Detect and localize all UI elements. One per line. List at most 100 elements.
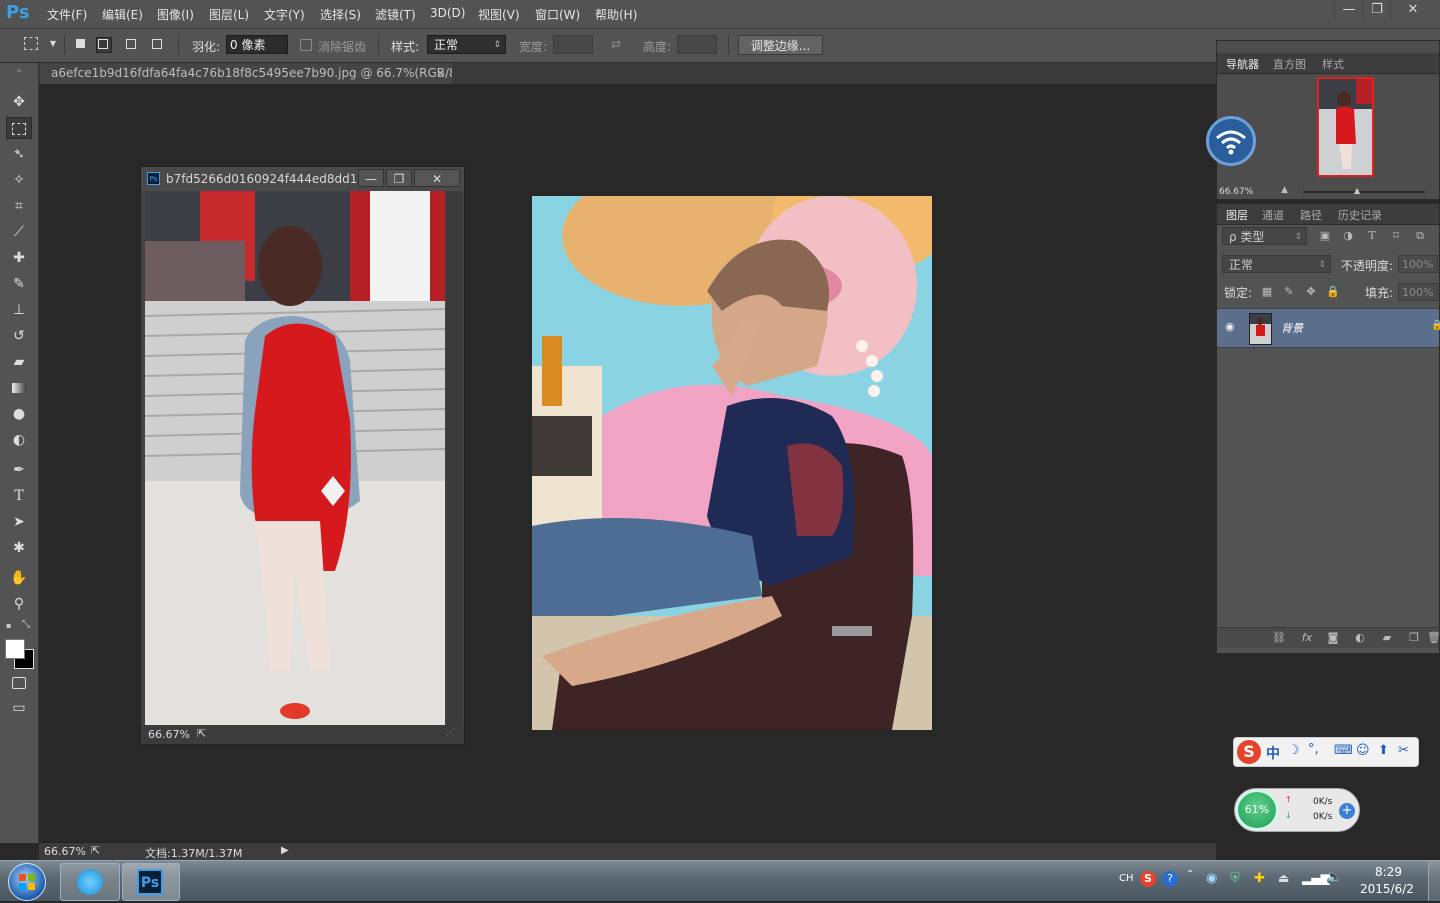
menu-filter[interactable]: 滤镜(T) [375,6,416,23]
tab-histogram[interactable]: 直方图 [1273,56,1306,72]
add-icon[interactable]: + [1339,803,1355,819]
export-icon[interactable]: ⇱ [197,727,206,740]
visibility-eye-icon[interactable]: ◉ [1225,320,1235,333]
add-selection-icon[interactable] [96,37,112,53]
tray-usb-icon[interactable]: ⏏ [1278,871,1289,885]
add-mask-icon[interactable]: ◙ [1326,631,1340,645]
girl-backpack-photo[interactable] [145,191,445,725]
taskbar-browser-app[interactable] [60,863,120,901]
style-select[interactable]: 正常 [427,35,506,55]
menu-type[interactable]: 文字(Y) [264,6,305,23]
filter-smart-object-icon[interactable]: ⧉ [1413,229,1427,243]
filter-adjustment-icon[interactable]: ◑ [1341,229,1355,243]
status-menu-arrow[interactable]: ▶ [281,845,289,856]
healing-brush-tool-icon[interactable]: ✚ [6,247,32,269]
blur-tool-icon[interactable]: ● [6,403,32,425]
chevron-down-icon[interactable]: ▼ [46,37,60,51]
menu-help[interactable]: 帮助(H) [595,6,637,23]
intersect-selection-icon[interactable] [150,37,164,51]
menu-select[interactable]: 选择(S) [320,6,361,23]
tray-clock-date[interactable]: 2015/6/2 [1360,882,1414,896]
fx-icon[interactable]: fx [1300,631,1314,645]
export-icon[interactable]: ⇱ [91,844,100,857]
menu-3d[interactable]: 3D(D) [430,6,465,20]
ime-tools-icon[interactable]: ✂ [1398,743,1409,758]
move-tool-icon[interactable]: ✥ [6,91,32,113]
close-tab-icon[interactable]: × [436,63,450,84]
new-group-icon[interactable]: ▰ [1380,631,1394,645]
eraser-tool-icon[interactable]: ▰ [6,351,32,373]
new-layer-icon[interactable]: ❐ [1407,631,1421,645]
menu-image[interactable]: 图像(I) [157,6,194,23]
float-zoom-readout[interactable]: 66.67% [148,728,190,741]
zoom-slider-handle[interactable]: ▲ [1354,186,1360,195]
adjustment-layer-icon[interactable]: ◐ [1353,631,1367,645]
tab-styles[interactable]: 样式 [1322,56,1344,72]
tab-navigator[interactable]: 导航器 [1226,56,1259,72]
hand-tool-icon[interactable]: ✋ [6,567,32,589]
tray-sogou-icon[interactable]: S [1140,871,1156,887]
dodge-tool-icon[interactable]: ◐ [6,429,32,451]
feather-input[interactable]: 0 像素 [226,35,288,54]
link-layers-icon[interactable]: ⛓ [1272,631,1286,645]
foreground-color-swatch[interactable] [5,639,25,659]
ime-keyboard-icon[interactable]: ⌨ [1334,743,1353,758]
subtract-selection-icon[interactable] [124,37,138,51]
ime-toolbar[interactable]: S 中 ☽ °, ⌨ ☺ ⬆ ✂ [1233,737,1419,767]
zoom-readout[interactable]: 66.67% [44,845,86,858]
ime-skin-icon[interactable]: ⬆ [1378,743,1389,758]
lock-position-icon[interactable]: ✥ [1304,285,1318,299]
ime-moon-icon[interactable]: ☽ [1288,743,1300,758]
restore-button[interactable]: ❐ [1362,0,1391,20]
tab-layers[interactable]: 图层 [1226,207,1248,223]
refine-edge-button[interactable]: 调整边缘... [738,35,823,55]
magic-wand-tool-icon[interactable]: ✧ [6,169,32,191]
width-input[interactable] [553,35,593,54]
zoom-out-icon[interactable]: ▲ [1281,185,1288,195]
tray-help-icon[interactable]: ? [1162,871,1178,887]
screen-mode-icon[interactable]: ▭ [6,697,32,719]
new-selection-icon[interactable] [74,37,88,51]
tray-wifi-icon[interactable]: ◉ [1206,871,1217,886]
filter-type-icon[interactable]: T [1365,229,1379,243]
menu-window[interactable]: 窗口(W) [535,6,580,23]
menu-file[interactable]: 文件(F) [47,6,87,23]
tray-volume-icon[interactable]: 🔈 [1326,870,1342,885]
float-minimize-button[interactable]: — [358,169,384,187]
history-brush-tool-icon[interactable]: ↺ [6,325,32,347]
tab-paths[interactable]: 路径 [1300,207,1322,223]
tab-history[interactable]: 历史记录 [1338,207,1382,223]
crop-tool-icon[interactable]: ⌗ [6,195,32,217]
float-close-button[interactable]: ✕ [414,169,460,187]
filter-image-icon[interactable]: ▣ [1318,229,1332,243]
memory-usage-ball[interactable]: 61% [1236,790,1278,830]
sogou-logo-icon[interactable]: S [1237,740,1261,764]
menu-layer[interactable]: 图层(L) [209,6,249,23]
toolbar-collapse-icon[interactable]: » [6,67,32,75]
fill-input[interactable]: 100% [1398,283,1438,301]
tray-expand-icon[interactable]: ⌃ [1186,869,1194,880]
navigator-zoom-readout[interactable]: 66.67% [1219,187,1253,197]
ime-lang[interactable]: 中 [1266,743,1280,763]
man-in-chair-photo[interactable] [532,196,932,730]
floating-window-scrollbar[interactable] [446,191,462,725]
brush-tool-icon[interactable]: ✎ [6,273,32,295]
floating-document-window[interactable]: Ps b7fd5266d0160924f444ed8dd1... — ❐ ✕ 6… [140,166,465,745]
menu-view[interactable]: 视图(V) [478,6,520,23]
pen-tool-icon[interactable]: ✒ [6,459,32,481]
wifi-floating-icon[interactable] [1206,116,1256,166]
tab-channels[interactable]: 通道 [1262,207,1284,223]
blend-mode-select[interactable]: 正常 [1222,255,1331,274]
ime-user-icon[interactable]: ☺ [1356,743,1370,758]
lock-all-icon[interactable]: 🔒 [1326,285,1340,299]
zoom-tool-icon[interactable]: ⚲ [6,593,32,615]
document-tab[interactable]: a6efce1b9d16fdfa64fa4c76b18f8c5495ee7b90… [40,63,452,84]
default-colors-icon[interactable]: ▪ [6,621,16,631]
eyedropper-tool-icon[interactable]: ⟋ [6,221,32,243]
path-selection-tool-icon[interactable]: ➤ [6,511,32,533]
lock-pixels-icon[interactable]: ✎ [1282,285,1296,299]
swap-icon[interactable]: ⇄ [609,37,623,51]
menu-edit[interactable]: 编辑(E) [102,6,143,23]
resize-grip-icon[interactable]: ⋰ [446,728,455,738]
minimize-button[interactable]: — [1334,0,1363,20]
